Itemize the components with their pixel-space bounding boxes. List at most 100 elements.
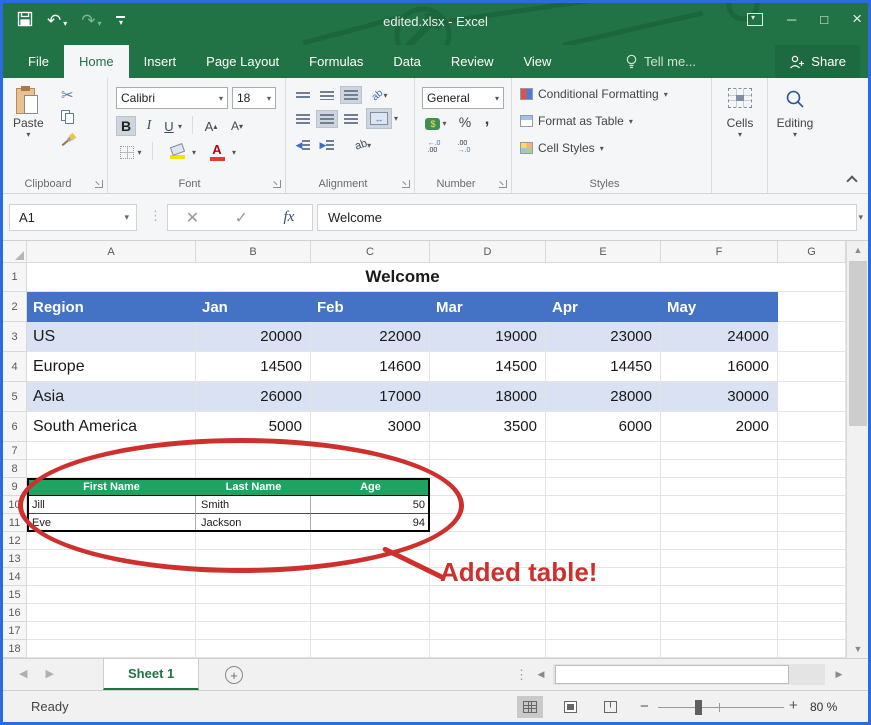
cell-F6[interactable]: 2000: [661, 412, 778, 442]
column-header-A[interactable]: A: [27, 241, 196, 263]
cell-G15[interactable]: [778, 586, 846, 604]
cell-G3[interactable]: [778, 322, 846, 352]
increase-decimal-icon[interactable]: ←.0.00: [422, 138, 446, 156]
paste-button[interactable]: Paste ▾: [13, 86, 44, 139]
clipboard-dialog-launcher-icon[interactable]: [95, 180, 103, 188]
cell-F10[interactable]: [661, 496, 778, 514]
cell-F7[interactable]: [661, 442, 778, 460]
conditional-formatting-button[interactable]: Conditional Formatting▾: [520, 87, 668, 101]
italic-button[interactable]: I: [140, 116, 158, 136]
cell-G14[interactable]: [778, 568, 846, 586]
cell-A9[interactable]: First Name: [27, 478, 196, 496]
cell-C13[interactable]: [311, 550, 430, 568]
cell-F3[interactable]: 24000: [661, 322, 778, 352]
row-header-6[interactable]: 6: [3, 412, 27, 442]
cell-D2[interactable]: Mar: [430, 292, 546, 322]
cell-A8[interactable]: [27, 460, 196, 478]
cell-B11[interactable]: Jackson: [196, 514, 311, 532]
font-family-combo[interactable]: Calibri▾: [116, 87, 228, 109]
cell-A11[interactable]: Eve: [27, 514, 196, 532]
row-header-10[interactable]: 10: [3, 496, 27, 514]
prev-sheet-icon[interactable]: ◀: [19, 668, 45, 680]
row-header-3[interactable]: 3: [3, 322, 27, 352]
editing-button[interactable]: Editing ▾: [773, 88, 817, 139]
cell-B18[interactable]: [196, 640, 311, 658]
orientation-icon[interactable]: ab▾: [368, 86, 392, 104]
cell-A5[interactable]: Asia: [27, 382, 196, 412]
cell-A14[interactable]: [27, 568, 196, 586]
bold-button[interactable]: B: [116, 116, 136, 136]
ribbon-display-options-icon[interactable]: [747, 13, 763, 26]
cell-B6[interactable]: 5000: [196, 412, 311, 442]
align-left-icon[interactable]: [292, 110, 314, 128]
cell-A17[interactable]: [27, 622, 196, 640]
merge-caret-icon[interactable]: ▾: [394, 114, 398, 123]
cell-D10[interactable]: [430, 496, 546, 514]
minimize-button[interactable]: ─: [787, 12, 796, 27]
cell-F11[interactable]: [661, 514, 778, 532]
cell-F4[interactable]: 16000: [661, 352, 778, 382]
format-painter-icon[interactable]: [58, 130, 79, 151]
cell-A1-title[interactable]: Welcome: [27, 263, 778, 292]
tab-page-layout[interactable]: Page Layout: [191, 45, 294, 78]
cell-B10[interactable]: Smith: [196, 496, 311, 514]
align-center-icon[interactable]: [316, 110, 338, 128]
cell-G4[interactable]: [778, 352, 846, 382]
decrease-decimal-icon[interactable]: .00→.0: [452, 138, 476, 156]
underline-button[interactable]: U: [160, 116, 178, 136]
cell-G6[interactable]: [778, 412, 846, 442]
column-header-G[interactable]: G: [778, 241, 846, 263]
cell-E10[interactable]: [546, 496, 661, 514]
cell-A12[interactable]: [27, 532, 196, 550]
cell-F17[interactable]: [661, 622, 778, 640]
cell-D9[interactable]: [430, 478, 546, 496]
cell-C6[interactable]: 3000: [311, 412, 430, 442]
expand-formula-bar-icon[interactable]: ▾: [858, 212, 863, 223]
row-header-14[interactable]: 14: [3, 568, 27, 586]
fill-color-caret-icon[interactable]: ▾: [192, 148, 196, 157]
cell-styles-button[interactable]: Cell Styles▾: [520, 141, 604, 155]
new-sheet-icon[interactable]: +: [225, 666, 243, 684]
cell-E16[interactable]: [546, 604, 661, 622]
comma-style-icon[interactable]: ,: [479, 108, 495, 130]
cell-B2[interactable]: Jan: [196, 292, 311, 322]
cell-F5[interactable]: 30000: [661, 382, 778, 412]
cell-F8[interactable]: [661, 460, 778, 478]
percent-style-icon[interactable]: %: [455, 112, 475, 132]
accounting-format-button[interactable]: $ ▾: [422, 114, 450, 133]
cell-G16[interactable]: [778, 604, 846, 622]
cell-B9[interactable]: Last Name: [196, 478, 311, 496]
horizontal-scrollbar[interactable]: [553, 664, 825, 685]
zoom-slider-track[interactable]: [658, 707, 784, 708]
tab-data[interactable]: Data: [378, 45, 435, 78]
cell-C16[interactable]: [311, 604, 430, 622]
cell-F16[interactable]: [661, 604, 778, 622]
cell-G12[interactable]: [778, 532, 846, 550]
cell-E6[interactable]: 6000: [546, 412, 661, 442]
row-header-2[interactable]: 2: [3, 292, 27, 322]
cell-A18[interactable]: [27, 640, 196, 658]
page-layout-view-button[interactable]: [557, 696, 583, 718]
cells-button[interactable]: Cells ▾: [720, 88, 760, 139]
font-color-caret-icon[interactable]: ▾: [232, 148, 236, 157]
cell-B13[interactable]: [196, 550, 311, 568]
cell-F2[interactable]: May: [661, 292, 778, 322]
cell-D18[interactable]: [430, 640, 546, 658]
cells-caret-icon[interactable]: ▾: [738, 130, 742, 139]
cell-F18[interactable]: [661, 640, 778, 658]
enter-icon[interactable]: ✓: [235, 208, 248, 228]
cell-F9[interactable]: [661, 478, 778, 496]
cell-B3[interactable]: 20000: [196, 322, 311, 352]
formula-bar-splitter[interactable]: ⋮: [149, 208, 162, 224]
cell-B4[interactable]: 14500: [196, 352, 311, 382]
cell-A6[interactable]: South America: [27, 412, 196, 442]
cell-A16[interactable]: [27, 604, 196, 622]
scroll-right-icon[interactable]: ▶: [829, 664, 849, 685]
increase-indent-icon[interactable]: ▶: [316, 136, 338, 154]
row-header-18[interactable]: 18: [3, 640, 27, 658]
page-break-view-button[interactable]: [597, 696, 623, 718]
row-header-13[interactable]: 13: [3, 550, 27, 568]
row-header-7[interactable]: 7: [3, 442, 27, 460]
cell-B17[interactable]: [196, 622, 311, 640]
cell-D16[interactable]: [430, 604, 546, 622]
